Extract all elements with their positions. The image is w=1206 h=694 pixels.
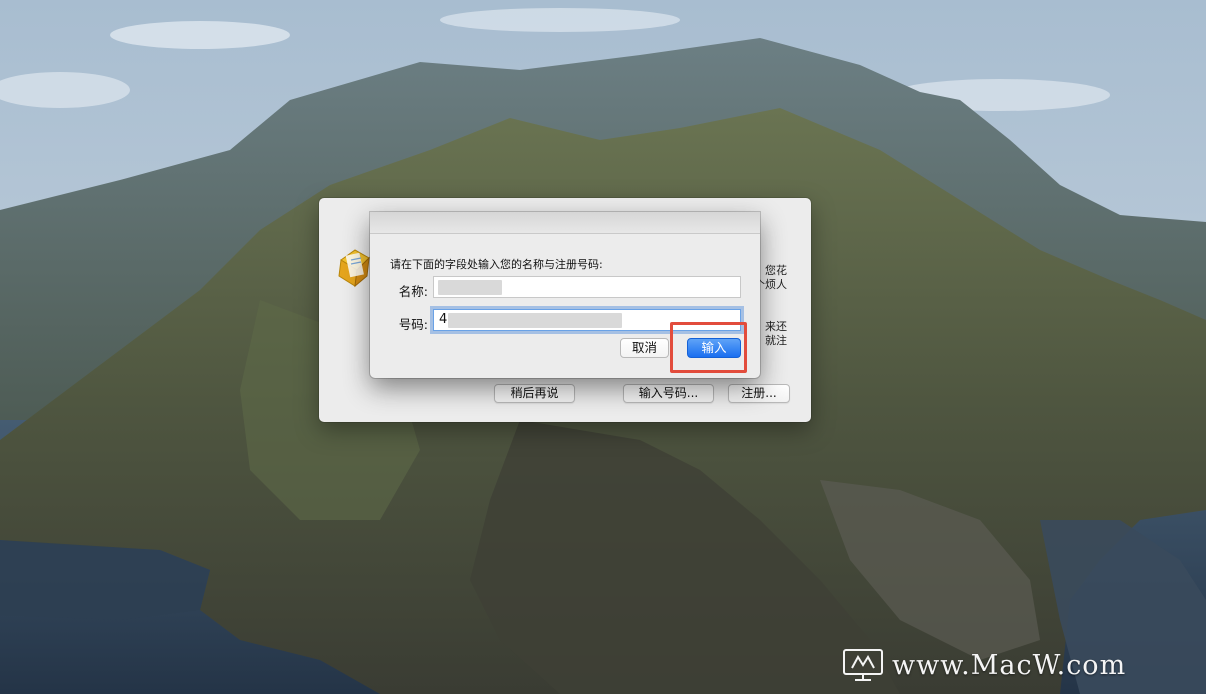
redacted-serial xyxy=(448,313,622,328)
name-label: 名称: xyxy=(398,284,428,299)
watermark-monitor-icon xyxy=(843,649,883,681)
enter-serial-button[interactable]: 输入号码... xyxy=(623,384,714,403)
app-icon xyxy=(337,246,373,290)
body-text-line: 您花 xyxy=(765,264,787,277)
sheet-title-bar xyxy=(370,212,760,234)
watermark-text: www.MacW.com xyxy=(892,649,1127,681)
register-button[interactable]: 注册... xyxy=(728,384,790,403)
highlight-annotation xyxy=(670,322,747,373)
serial-value: 4 xyxy=(439,312,448,327)
watermark: www.MacW.com xyxy=(842,648,1126,682)
body-text-line: 来还 xyxy=(765,320,787,333)
sheet-prompt: 请在下面的字段处输入您的名称与注册号码: xyxy=(390,258,603,271)
later-button[interactable]: 稍后再说 xyxy=(494,384,575,403)
body-text-line: 就注 xyxy=(765,334,787,347)
redacted-name xyxy=(438,280,502,295)
name-field[interactable] xyxy=(433,276,741,298)
serial-label: 号码: xyxy=(398,317,428,332)
cancel-button[interactable]: 取消 xyxy=(620,338,669,358)
